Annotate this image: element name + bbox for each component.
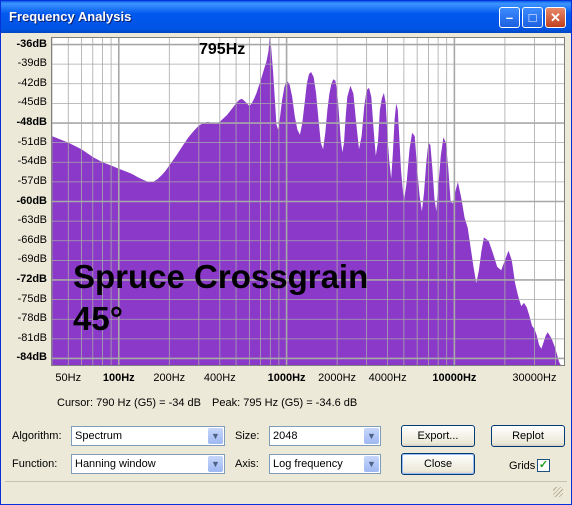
y-tick-label: -42dB	[17, 76, 47, 89]
function-label: Function:	[12, 458, 58, 470]
y-tick-label: -63dB	[17, 214, 47, 227]
x-tick-label: 100Hz	[102, 372, 135, 384]
chevron-down-icon: ▼	[364, 456, 379, 472]
y-tick-label: -75dB	[17, 292, 47, 305]
export-button[interactable]: Export...	[401, 425, 475, 447]
replot-button[interactable]: Replot	[491, 425, 565, 447]
minimize-button[interactable]: –	[499, 7, 520, 28]
maximize-button[interactable]: □	[522, 7, 543, 28]
size-select[interactable]: 2048 ▼	[269, 426, 381, 446]
size-value: 2048	[273, 430, 298, 442]
algorithm-select[interactable]: Spectrum ▼	[71, 426, 225, 446]
x-tick-label: 10000Hz	[432, 372, 477, 384]
spectrum-svg	[52, 38, 564, 365]
y-tick-label: -48dB	[16, 116, 47, 129]
y-tick-label: -54dB	[17, 155, 47, 168]
title-bar[interactable]: Frequency Analysis – □ ✕	[1, 1, 571, 33]
y-tick-label: -51dB	[17, 135, 47, 148]
algorithm-value: Spectrum	[75, 430, 123, 442]
peak-readout: Peak: 795 Hz (G5) = -34.6 dB	[212, 397, 358, 409]
status-line: Cursor: 790 Hz (G5) = -34 dB Peak: 795 H…	[57, 397, 357, 409]
x-tick-label: 30000Hz	[512, 372, 557, 384]
y-tick-label: -72dB	[16, 272, 47, 285]
y-tick-label: -81dB	[17, 331, 47, 344]
y-tick-label: -69dB	[17, 253, 47, 266]
y-tick-label: -84dB	[16, 351, 47, 364]
chevron-down-icon: ▼	[208, 456, 223, 472]
x-tick-label: 50Hz	[55, 372, 82, 384]
overlay-text-line2: 45°	[73, 300, 123, 337]
y-tick-label: -45dB	[17, 96, 47, 109]
chevron-down-icon: ▼	[364, 428, 379, 444]
peak-annotation: 795Hz	[199, 41, 246, 58]
y-tick-label: -78dB	[17, 312, 47, 325]
axis-label: Axis:	[235, 458, 259, 470]
function-select[interactable]: Hanning window ▼	[71, 454, 225, 474]
y-tick-label: -57dB	[17, 174, 47, 187]
size-label: Size:	[235, 430, 260, 442]
x-tick-label: 2000Hz	[318, 372, 357, 384]
cursor-readout: Cursor: 790 Hz (G5) = -34 dB	[57, 397, 201, 409]
x-tick-label: 400Hz	[203, 372, 236, 384]
y-tick-label: -39dB	[17, 57, 47, 70]
chevron-down-icon: ▼	[208, 428, 223, 444]
algorithm-label: Algorithm:	[12, 430, 62, 442]
window-title: Frequency Analysis	[9, 9, 132, 24]
x-tick-label: 200Hz	[153, 372, 186, 384]
close-button[interactable]: Close	[401, 453, 475, 475]
y-tick-label: -36dB	[16, 37, 47, 50]
axis-select[interactable]: Log frequency ▼	[269, 454, 381, 474]
status-bar	[5, 481, 567, 501]
y-tick-label: -60dB	[16, 194, 47, 207]
spectrum-plot[interactable]	[51, 37, 565, 366]
x-tick-label: 1000Hz	[267, 372, 306, 384]
overlay-text-line1: Spruce Crossgrain	[73, 258, 369, 295]
frequency-analysis-window: Frequency Analysis – □ ✕ -36dB -39dB -42dB…	[0, 0, 572, 505]
resize-grip-icon[interactable]	[553, 487, 563, 497]
axis-value: Log frequency	[273, 458, 343, 470]
y-tick-label: -66dB	[17, 233, 47, 246]
grids-checkbox[interactable]: ✓	[537, 459, 550, 472]
function-value: Hanning window	[75, 458, 156, 470]
close-window-button[interactable]: ✕	[545, 7, 566, 28]
grids-label: Grids	[509, 460, 536, 472]
x-tick-label: 4000Hz	[368, 372, 407, 384]
